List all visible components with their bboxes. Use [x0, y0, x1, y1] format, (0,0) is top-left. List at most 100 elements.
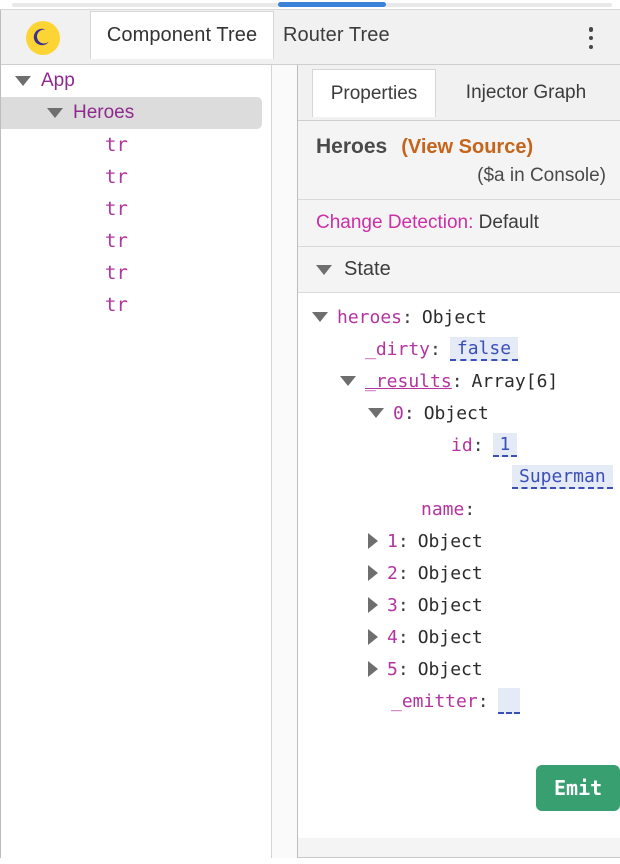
state-tree-row[interactable]: id:1	[298, 429, 620, 461]
state-tree[interactable]: heroes: Object _dirty: false _results: Array[…	[298, 293, 620, 838]
component-tree-list: App Heroes tr tr tr tr tr tr	[1, 65, 271, 321]
state-key-colon: :	[402, 306, 413, 328]
tab-router-tree-label: Router Tree	[283, 23, 390, 46]
state-key: 0	[393, 402, 404, 424]
state-tree-row[interactable]: _dirty: false	[298, 333, 620, 365]
state-key: heroes	[337, 306, 403, 328]
tab-injector-graph[interactable]: Injector Graph	[440, 69, 612, 117]
component-tree-node-label: tr	[105, 294, 128, 316]
tab-component-tree-label: Component Tree	[106, 24, 258, 46]
state-key: 4	[387, 626, 398, 648]
chevron-right-icon[interactable]	[368, 597, 378, 613]
tab-router-tree[interactable]: Router Tree	[278, 11, 418, 59]
state-editable-value[interactable]	[497, 688, 520, 714]
angular-devtools-moon-icon	[26, 21, 60, 55]
angular-devtools-window: Component Tree Router Tree App Heroes tr tr…	[0, 0, 620, 864]
state-section-label: State	[344, 258, 391, 280]
component-tree-node-label: tr	[105, 230, 128, 252]
chevron-right-icon[interactable]	[368, 661, 378, 677]
app-header: Component Tree Router Tree	[0, 9, 620, 66]
state-key-colon: :	[397, 562, 409, 584]
component-tree-node[interactable]: tr	[1, 129, 271, 161]
state-value: Object	[417, 594, 483, 616]
chevron-right-icon[interactable]	[368, 533, 378, 549]
state-tree-row[interactable]: name:	[298, 493, 620, 525]
horizontal-scrollbar[interactable]	[0, 0, 620, 9]
component-tree-node[interactable]: tr	[1, 193, 271, 225]
properties-tabbar: Properties Injector Graph	[298, 65, 620, 121]
console-reference-note: ($a in Console)	[477, 165, 606, 186]
kebab-dot	[588, 27, 594, 32]
state-editable-value[interactable]: 1	[492, 433, 518, 457]
state-tree-row[interactable]: 3: Object	[298, 589, 620, 621]
selected-component-name: Heroes	[316, 135, 388, 158]
state-tree-row[interactable]: 2: Object	[298, 557, 620, 589]
component-tree-node[interactable]: tr	[1, 225, 271, 257]
tab-properties-label: Properties	[330, 82, 418, 104]
state-key-colon: :	[403, 402, 415, 424]
state-key: 3	[387, 594, 398, 616]
chevron-right-icon[interactable]	[368, 565, 378, 581]
state-value: Object	[423, 402, 489, 424]
chevron-right-icon[interactable]	[368, 629, 378, 645]
component-tree-node[interactable]: tr	[1, 257, 271, 289]
state-key-colon: :	[430, 338, 441, 360]
state-key-colon: :	[477, 690, 489, 712]
state-value: Object	[421, 306, 487, 328]
tab-injector-graph-label: Injector Graph	[465, 82, 587, 103]
change-detection-row: Change Detection: Default	[298, 200, 620, 247]
chevron-down-icon	[316, 264, 332, 275]
state-key-colon: :	[464, 498, 476, 520]
header-left-rule	[0, 10, 1, 66]
state-editable-value[interactable]: false	[449, 337, 519, 361]
panel-bottom-rule	[298, 857, 620, 858]
state-value: Object	[417, 530, 483, 552]
component-tree-node[interactable]: tr	[1, 289, 271, 321]
kebab-menu-icon[interactable]	[580, 25, 602, 51]
state-key: 2	[387, 562, 398, 584]
scrollbar-thumb[interactable]	[278, 2, 386, 7]
state-section-header[interactable]: State	[298, 247, 620, 293]
tab-properties[interactable]: Properties	[312, 69, 436, 117]
view-source-link[interactable]: (View Source)	[401, 136, 533, 159]
panel-splitter[interactable]	[271, 65, 298, 858]
change-detection-value: Default	[478, 212, 539, 233]
state-key: _emitter	[391, 690, 478, 712]
state-tree-row[interactable]: 1: Object	[298, 525, 620, 557]
state-tree-list: heroes: Object _dirty: false _results: Array[…	[298, 301, 620, 717]
state-key: 1	[387, 530, 398, 552]
emit-button[interactable]: Emit	[536, 765, 620, 811]
selected-component-header: Heroes (View Source) ($a in Console)	[298, 121, 620, 200]
chevron-down-icon[interactable]	[47, 108, 63, 118]
component-tree-node[interactable]: tr	[1, 161, 271, 193]
component-tree-panel[interactable]: App Heroes tr tr tr tr tr tr	[0, 65, 271, 858]
state-key-colon: :	[397, 530, 409, 552]
state-key: id	[451, 434, 473, 456]
chevron-down-icon[interactable]	[312, 312, 328, 322]
state-value: Array[6]	[471, 370, 559, 392]
state-tree-row[interactable]: Superman	[298, 461, 620, 493]
state-tree-row[interactable]: 4: Object	[298, 621, 620, 653]
state-key: _results	[365, 370, 452, 392]
state-key: name	[421, 498, 465, 520]
properties-panel: Properties Injector Graph Heroes (View S…	[298, 65, 620, 858]
state-tree-row[interactable]: 5: Object	[298, 653, 620, 685]
state-key-colon: :	[397, 594, 409, 616]
state-tree-row[interactable]: _emitter:	[298, 685, 620, 717]
state-tree-row[interactable]: 0: Object	[298, 397, 620, 429]
chevron-down-icon[interactable]	[368, 408, 384, 418]
tab-component-tree[interactable]: Component Tree	[90, 11, 274, 59]
kebab-dot	[588, 35, 594, 41]
chevron-down-icon[interactable]	[15, 76, 31, 86]
state-tree-row[interactable]: heroes: Object	[298, 301, 620, 333]
component-tree-node[interactable]: App	[1, 65, 271, 97]
chevron-down-icon[interactable]	[340, 376, 356, 386]
state-value: Object	[417, 562, 483, 584]
component-tree-node-label: tr	[105, 262, 128, 284]
state-tree-row[interactable]: _results: Array[6]	[298, 365, 620, 397]
state-editable-value[interactable]: Superman	[512, 465, 613, 489]
component-tree-node-label: tr	[105, 166, 128, 188]
state-key: 5	[387, 658, 398, 680]
change-detection-label: Change Detection:	[316, 212, 474, 233]
component-tree-node[interactable]: Heroes	[1, 97, 262, 129]
